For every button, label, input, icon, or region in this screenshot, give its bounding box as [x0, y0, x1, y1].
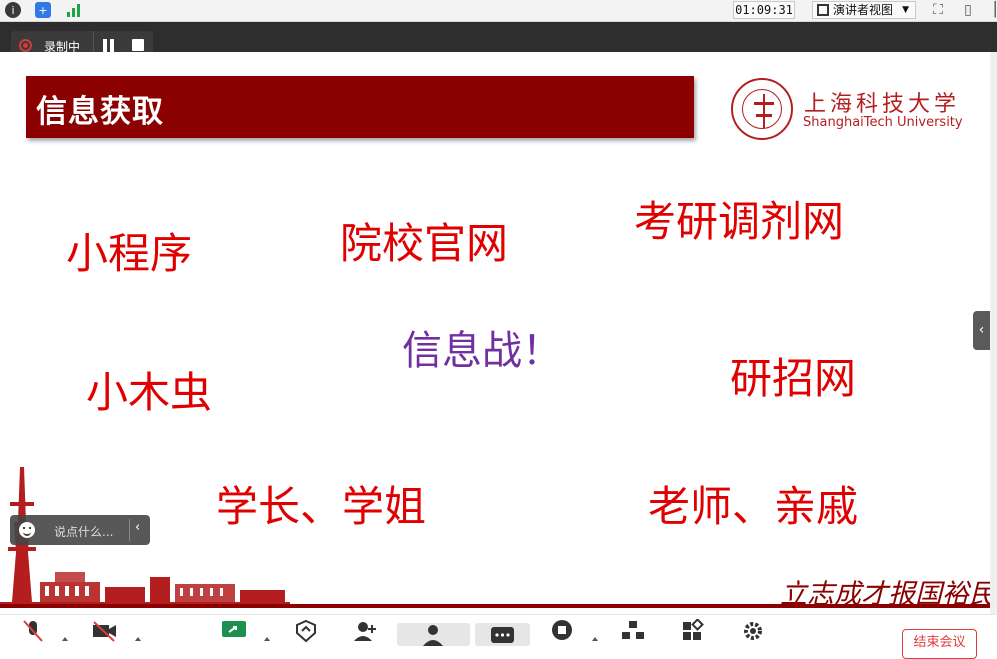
record-options-caret[interactable] — [592, 637, 598, 641]
word-school-site: 院校官网 — [340, 219, 509, 268]
participants-button[interactable] — [397, 623, 470, 646]
microphone-muted-icon — [23, 620, 43, 642]
emoji-icon[interactable] — [19, 522, 35, 538]
signal-strength-icon[interactable] — [66, 2, 82, 18]
word-mini-program: 小程序 — [66, 229, 193, 278]
stop-video-button[interactable] — [91, 619, 117, 643]
breakout-rooms-button[interactable] — [620, 619, 646, 643]
chat-icon — [491, 627, 514, 643]
video-options-caret[interactable] — [135, 637, 141, 641]
window-edge-icon: ▕ — [985, 2, 996, 18]
shield-icon[interactable]: + — [35, 2, 51, 18]
security-icon — [296, 619, 316, 643]
divider — [129, 519, 130, 541]
chat-input[interactable]: 说点什么... — [54, 523, 113, 540]
expand-side-panel-button[interactable]: ‹ — [973, 311, 990, 350]
record-stop-icon — [552, 620, 572, 640]
chat-button[interactable] — [475, 623, 530, 646]
mic-options-caret[interactable] — [62, 637, 68, 641]
apps-grid-icon — [683, 618, 704, 640]
info-icon[interactable]: i — [5, 2, 21, 18]
slide-title: 信息获取 — [36, 94, 164, 130]
security-button[interactable] — [293, 619, 319, 643]
stop-recording-button[interactable] — [132, 39, 144, 51]
top-status-bar: i + 01:09:31 演讲者视图 ▼ ⛶ ▯ ▕ — [0, 0, 997, 22]
collapse-chat-button[interactable]: ‹ — [135, 520, 140, 535]
invite-button[interactable] — [352, 619, 378, 643]
word-xiaomuchong: 小木虫 — [86, 368, 213, 417]
breakout-rooms-icon — [622, 621, 644, 639]
vertical-scrollbar[interactable] — [990, 52, 997, 614]
meeting-timer: 01:09:31 — [733, 1, 795, 19]
pause-recording-button[interactable] — [101, 39, 115, 52]
view-mode-label: 演讲者视图 — [833, 3, 894, 17]
slide-title-bar: 信息获取 — [26, 76, 694, 138]
word-yanzhao: 研招网 — [730, 354, 857, 403]
video-off-icon — [93, 621, 116, 642]
university-seal-logo — [731, 78, 793, 140]
end-meeting-button[interactable]: 结束会议 — [902, 629, 977, 659]
university-name-en: ShanghaiTech University — [803, 115, 963, 130]
share-screen-button[interactable] — [221, 619, 247, 643]
meeting-toolbar: 结束会议 — [0, 614, 997, 659]
presenter-view-icon — [817, 4, 829, 16]
mute-microphone-button[interactable] — [20, 619, 46, 643]
share-options-caret[interactable] — [264, 637, 270, 641]
university-name-cn: 上海科技大学 — [804, 92, 961, 117]
add-person-icon — [354, 622, 376, 641]
record-button[interactable] — [549, 619, 575, 643]
gear-icon — [744, 622, 762, 640]
slide-bottom-line — [0, 604, 990, 608]
chevron-down-icon: ▼ — [902, 5, 909, 15]
word-teachers: 老师、亲戚 — [648, 482, 859, 531]
chat-bar[interactable]: 说点什么... ‹ — [10, 515, 150, 545]
apps-button[interactable] — [680, 618, 706, 643]
fullscreen-icon[interactable]: ⛶ — [930, 2, 946, 18]
participants-icon — [423, 625, 443, 646]
word-info-war: 信息战！ — [402, 328, 562, 374]
chevron-left-icon: ‹ — [978, 322, 985, 338]
word-transfer-site: 考研调剂网 — [634, 197, 845, 246]
settings-button[interactable] — [740, 619, 766, 643]
view-mode-dropdown[interactable]: 演讲者视图 ▼ — [812, 1, 916, 19]
record-icon — [19, 39, 32, 52]
side-panel-icon[interactable]: ▯ — [960, 2, 976, 18]
share-screen-icon — [222, 621, 246, 637]
